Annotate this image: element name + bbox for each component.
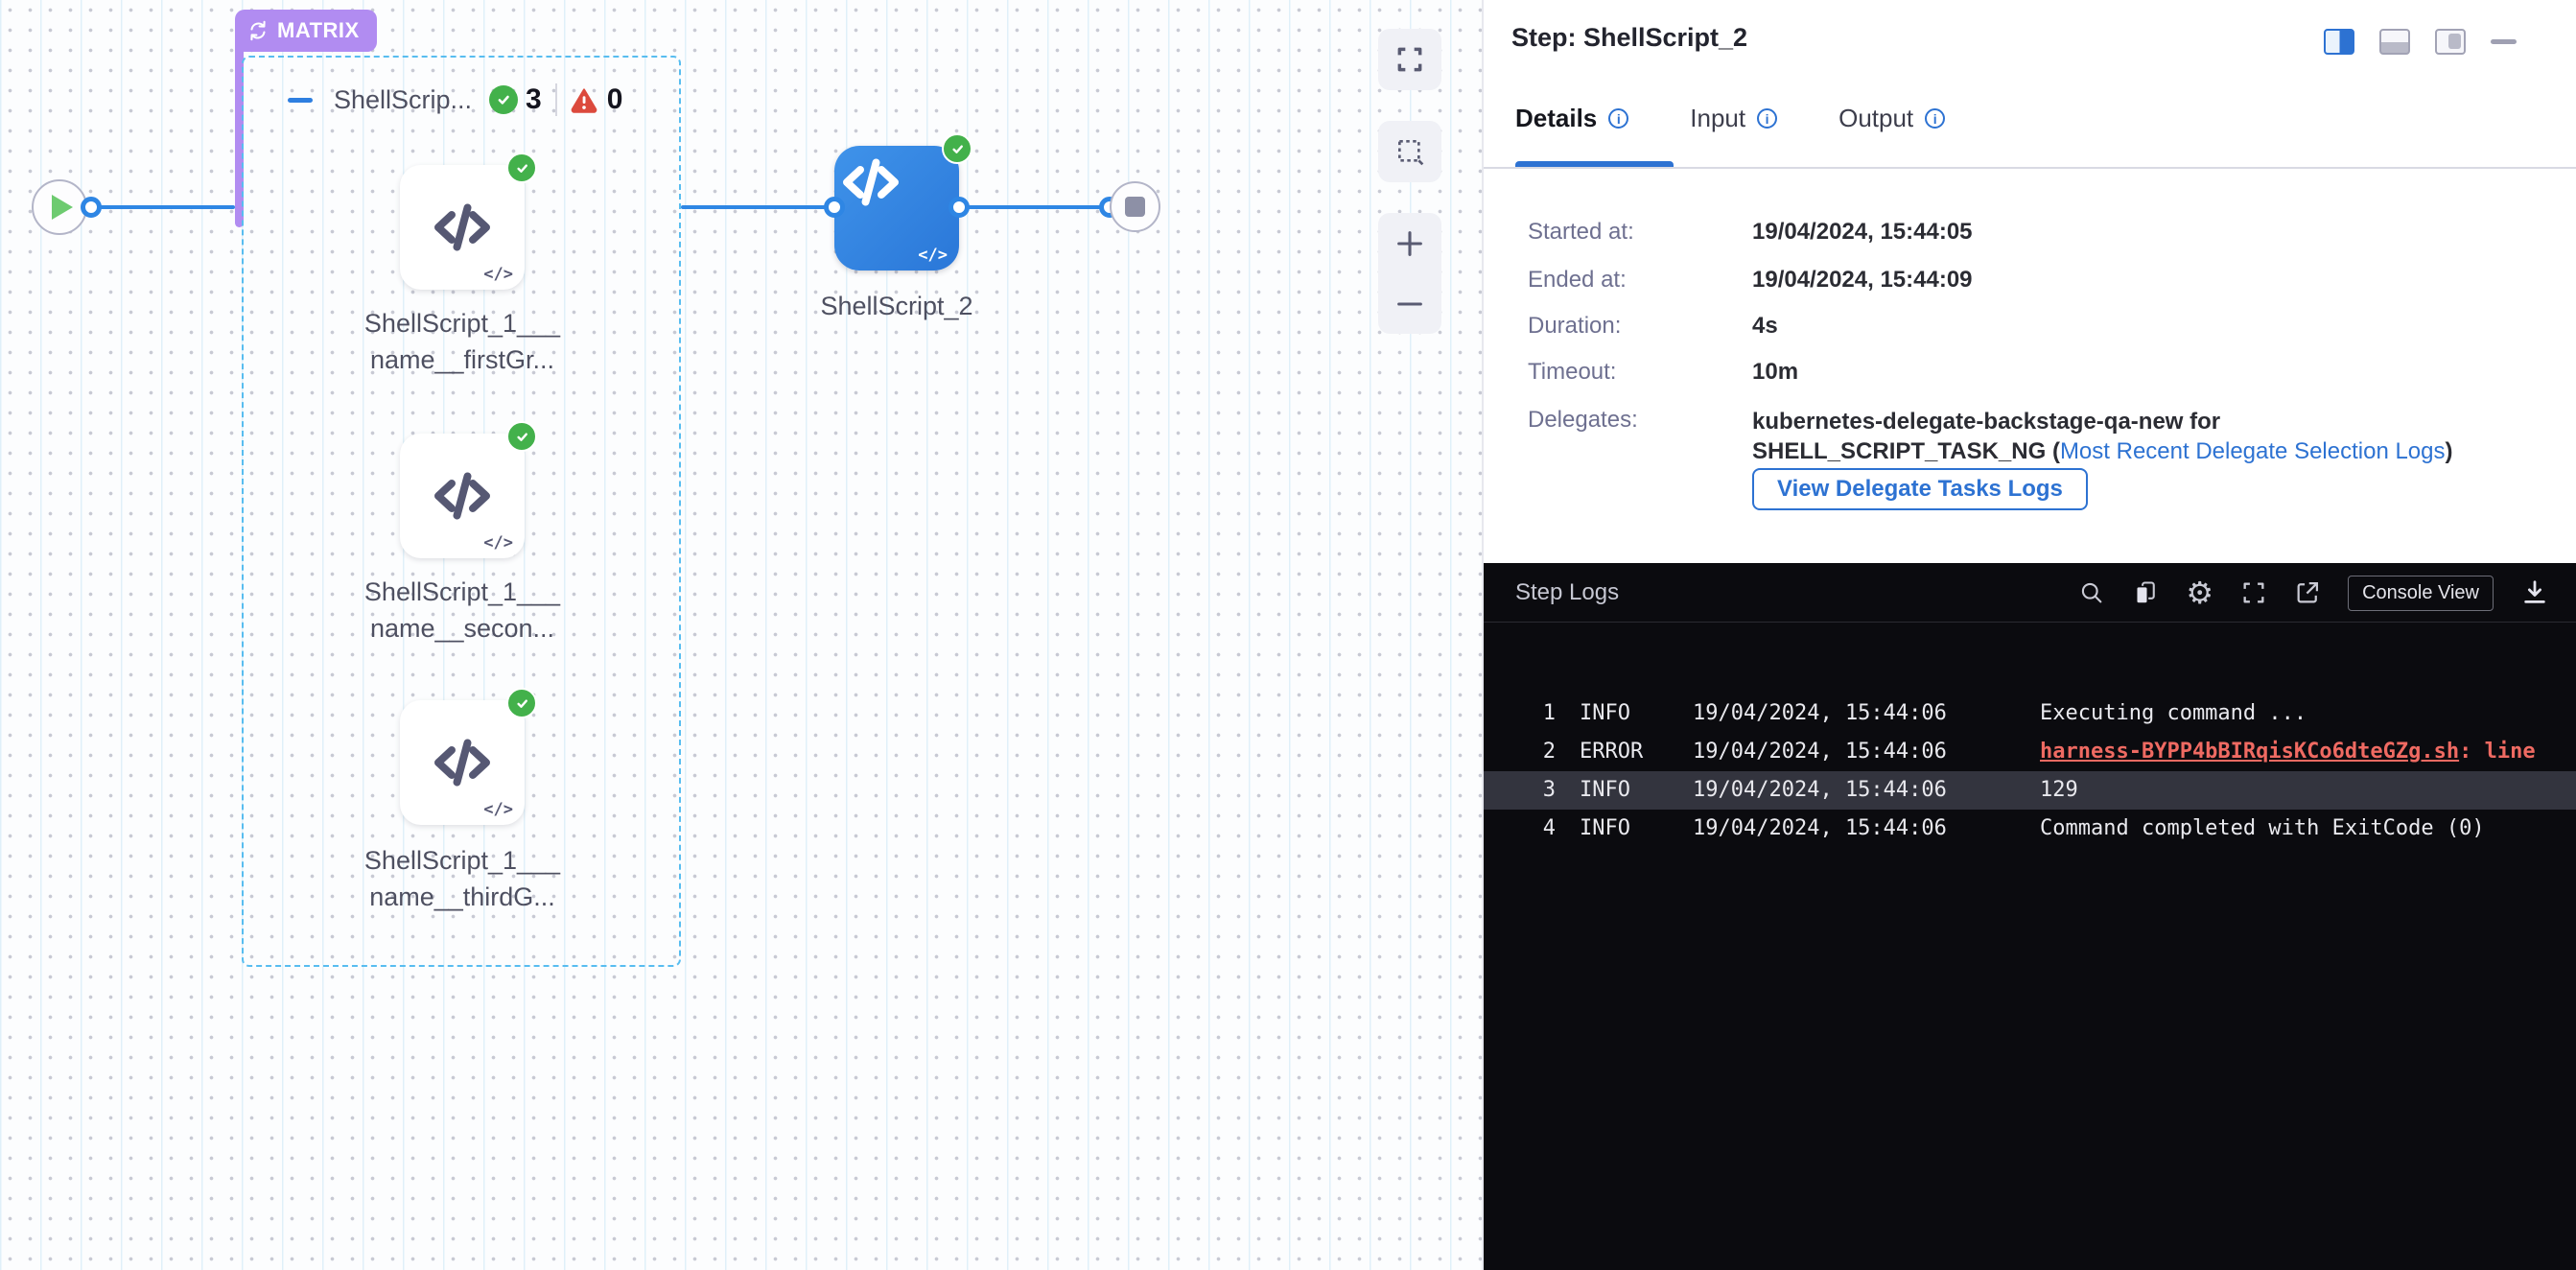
panel-header: Step: ShellScript_2 <box>1484 0 2576 77</box>
matrix-badge-label: MATRIX <box>277 18 360 43</box>
step-node-label: ShellScript_1___ name__secon... <box>338 574 587 647</box>
edge-step2-to-end <box>959 205 1103 209</box>
fit-view-button[interactable] <box>1378 29 1441 90</box>
zoom-controls[interactable] <box>1378 213 1441 334</box>
code-mini-icon: </> <box>918 246 948 265</box>
code-mini-icon: </> <box>483 800 513 819</box>
view-delegate-tasks-logs-button[interactable]: View Delegate Tasks Logs <box>1752 468 2088 510</box>
end-node[interactable] <box>1110 181 1160 232</box>
external-link-icon[interactable] <box>2294 579 2321 606</box>
log-line-2[interactable]: 2 ERROR 19/04/2024, 15:44:06 harness-BYP… <box>1484 733 2576 771</box>
gear-icon[interactable]: ⚙ <box>2186 577 2213 608</box>
page-title: Step: ShellScript_2 <box>1511 23 1747 53</box>
tab-input[interactable]: Input <box>1690 104 1777 133</box>
log-output[interactable]: 1 INFO 19/04/2024, 15:44:06 Executing co… <box>1484 623 2576 1270</box>
detail-row-ended: Ended at: 19/04/2024, 15:44:09 <box>1528 267 1627 294</box>
marquee-select-icon <box>1394 136 1425 167</box>
code-mini-icon: </> <box>483 265 513 284</box>
step-logs-title: Step Logs <box>1515 579 1619 606</box>
success-count: 3 <box>526 83 542 116</box>
start-node[interactable] <box>32 179 87 235</box>
step-node-label: ShellScript_1___ name__thirdG... <box>338 842 587 915</box>
detail-tabs: Details Input Output <box>1515 104 1945 133</box>
detail-row-duration: Duration: 4s <box>1528 313 1621 340</box>
play-icon <box>52 195 73 220</box>
error-warning-icon <box>569 85 599 114</box>
info-icon[interactable] <box>1757 108 1777 129</box>
bottom-view-icon[interactable] <box>2379 29 2410 55</box>
step-logs-header: Step Logs ⚙ Console View <box>1484 563 2576 623</box>
pipeline-canvas[interactable]: MATRIX ShellScrip... 3 0 </> ShellScript… <box>0 0 1482 1270</box>
step2-label: ShellScript_2 <box>772 288 1021 324</box>
code-mini-icon: </> <box>483 533 513 553</box>
detail-row-delegates: Delegates: kubernetes-delegate-backstage… <box>1528 407 1638 434</box>
panel-layout-switcher <box>2324 29 2517 55</box>
success-badge-icon <box>506 421 537 452</box>
zoom-out-icon[interactable] <box>1393 288 1426 320</box>
delegate-task: SHELL_SCRIPT_TASK_NG ( <box>1752 438 2060 464</box>
info-icon[interactable] <box>1925 108 1945 129</box>
matrix-group-title: ShellScrip... <box>334 85 489 115</box>
step-node-shellscript-2[interactable]: </> <box>834 146 959 270</box>
console-view-button[interactable]: Console View <box>2348 576 2494 611</box>
floating-view-icon[interactable] <box>2435 29 2466 55</box>
matrix-group-header[interactable]: ShellScrip... 3 0 <box>288 81 622 119</box>
loop-icon <box>246 19 269 42</box>
fullscreen-icon[interactable] <box>2240 579 2267 606</box>
step-logs-toolbar: ⚙ Console View <box>2078 563 2549 623</box>
edge-start-to-matrix <box>91 205 235 209</box>
stop-icon <box>1125 197 1145 217</box>
download-icon[interactable] <box>2520 578 2549 607</box>
detail-row-started: Started at: 19/04/2024, 15:44:05 <box>1528 219 1634 246</box>
step-node-secondgroup[interactable]: </> <box>400 434 525 558</box>
log-line-1[interactable]: 1 INFO 19/04/2024, 15:44:06 Executing co… <box>1484 694 2576 733</box>
step-node-firstgroup[interactable]: </> <box>400 165 525 290</box>
fit-view-icon <box>1394 44 1425 75</box>
log-line-4[interactable]: 4 INFO 19/04/2024, 15:44:06 Command comp… <box>1484 810 2576 848</box>
shell-script-code-icon <box>834 146 907 219</box>
delegate-selection-logs-link[interactable]: Most Recent Delegate Selection Logs <box>2060 438 2446 464</box>
shell-script-code-icon <box>426 191 499 264</box>
search-icon[interactable] <box>2078 579 2105 606</box>
shell-script-code-icon <box>426 459 499 532</box>
copy-icon[interactable] <box>2132 579 2159 606</box>
shell-script-code-icon <box>426 726 499 799</box>
detail-row-timeout: Timeout: 10m <box>1528 359 1616 386</box>
edge-matrix-to-step2 <box>681 205 827 209</box>
info-icon[interactable] <box>1608 108 1628 129</box>
tab-output[interactable]: Output <box>1838 104 1945 133</box>
success-badge-icon <box>506 688 537 718</box>
minimize-icon[interactable] <box>2491 39 2517 44</box>
zoom-in-icon[interactable] <box>1393 227 1426 260</box>
step-logs-panel: Step Logs ⚙ Console View 1 INFO 1 <box>1484 563 2576 1270</box>
log-line-3[interactable]: 3 INFO 19/04/2024, 15:44:06 129 <box>1484 771 2576 810</box>
step2-out-port[interactable] <box>948 197 970 218</box>
start-node-out-port[interactable] <box>81 197 102 218</box>
step-node-label: ShellScript_1___ name__firstGr... <box>338 305 587 378</box>
success-count-icon <box>489 85 518 114</box>
success-badge-icon <box>506 153 537 183</box>
matrix-group-badge[interactable]: MATRIX <box>235 10 377 52</box>
delegate-name: kubernetes-delegate-backstage-qa-new for <box>1752 409 2220 435</box>
error-count: 0 <box>607 83 623 116</box>
count-divider <box>555 83 557 116</box>
collapse-group-icon[interactable] <box>288 98 313 103</box>
success-badge-icon <box>942 133 972 164</box>
step2-in-port[interactable] <box>824 197 845 218</box>
tabs-bottom-border <box>1484 167 2576 169</box>
marquee-select-button[interactable] <box>1378 121 1441 182</box>
split-view-icon[interactable] <box>2324 29 2354 55</box>
error-script-link[interactable]: harness-BYPP4bBIRqisKCo6dteGZg.sh <box>2040 740 2459 764</box>
step-node-thirdgroup[interactable]: </> <box>400 700 525 825</box>
tab-details[interactable]: Details <box>1515 104 1628 133</box>
